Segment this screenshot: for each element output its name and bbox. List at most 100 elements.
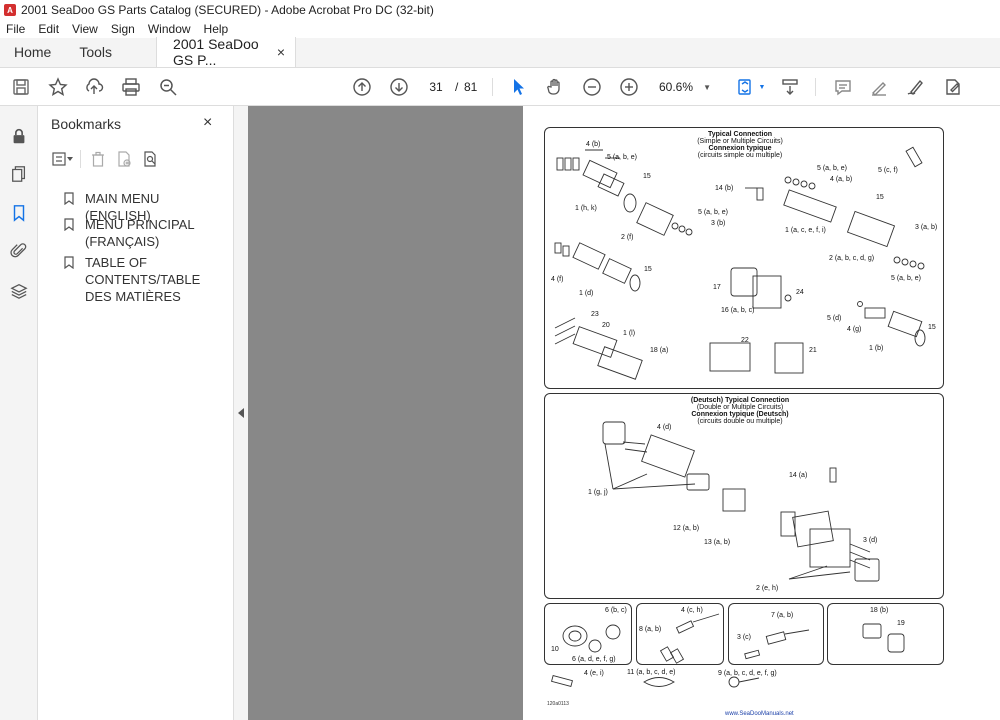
menu-bar: File Edit View Sign Window Help <box>0 20 1000 38</box>
part-label: 5 (d) <box>827 315 842 322</box>
menu-window[interactable]: Window <box>148 22 191 36</box>
main-toolbar: 31 / 81 60.6% ▼ ▼ <box>0 68 1000 106</box>
next-page-icon[interactable] <box>388 76 410 98</box>
page-number-input[interactable]: 31 <box>421 77 451 97</box>
tab-document-label: 2001 SeaDoo GS P... <box>173 36 259 68</box>
tab-bar: Home Tools 2001 SeaDoo GS P... × <box>0 36 1000 68</box>
tab-tools[interactable]: Tools <box>65 37 126 67</box>
acrobat-app-icon: A <box>4 4 16 16</box>
menu-file[interactable]: File <box>6 22 25 36</box>
new-bookmark-icon[interactable] <box>111 149 137 169</box>
part-label: 15 <box>928 324 936 331</box>
hand-tool-icon[interactable] <box>544 76 566 98</box>
panel2-illustration <box>602 421 880 582</box>
part-label: 2 (e, h) <box>756 585 779 592</box>
part-label: 6 (a, d, e, f, g) <box>572 656 616 663</box>
page-thumbnails-icon[interactable] <box>9 164 29 184</box>
part-label: 9 (a, b, c, d, e, f, g) <box>718 670 777 677</box>
bookmark-ribbon-icon <box>64 192 74 205</box>
part-label: 1 (g, j) <box>588 489 608 496</box>
menu-edit[interactable]: Edit <box>38 22 59 36</box>
lock-icon[interactable] <box>9 126 29 146</box>
part-label: 4 (g) <box>847 326 862 333</box>
part-label: 5 (a, b, e) <box>607 154 637 161</box>
zoom-level-select[interactable]: 60.6% ▼ <box>655 77 715 97</box>
part-label: 16 (a, b, c) <box>721 307 755 314</box>
part-label: 18 (a) <box>650 347 669 354</box>
star-icon[interactable] <box>47 76 69 98</box>
zoom-out-icon[interactable] <box>581 76 603 98</box>
part-label: 6 (b, c) <box>605 607 627 614</box>
attachment-icon[interactable] <box>9 241 29 261</box>
bookmarks-toolbar <box>50 148 163 170</box>
part-label: 1 (a, c, e, f, i) <box>785 227 826 234</box>
menu-help[interactable]: Help <box>204 22 229 36</box>
part-label: 1 (h, k) <box>575 205 597 212</box>
window-title: 2001 SeaDoo GS Parts Catalog (SECURED) -… <box>21 3 434 17</box>
bookmark-panel-icon[interactable] <box>9 203 29 223</box>
deutsch-connection-panel: (Deutsch) Typical Connection (Double or … <box>544 393 944 599</box>
zoom-search-icon[interactable] <box>157 76 179 98</box>
tab-document[interactable]: 2001 SeaDoo GS P... × <box>156 36 297 68</box>
bookmarks-toolbar-divider <box>80 150 81 168</box>
part-label: 3 (d) <box>863 537 878 544</box>
page-fit-icon[interactable] <box>734 76 756 98</box>
part-label: 12 (a, b) <box>673 525 700 532</box>
print-icon[interactable] <box>120 76 142 98</box>
menu-view[interactable]: View <box>72 22 98 36</box>
zoom-in-icon[interactable] <box>618 76 640 98</box>
sign-pen-icon[interactable] <box>905 76 927 98</box>
part-label: 18 (b) <box>870 607 889 614</box>
part-label: 8 (a, b) <box>639 626 662 633</box>
page-fit-dropdown-icon[interactable]: ▼ <box>757 76 767 98</box>
document-page[interactable]: Typical Connection (Simple or Multiple C… <box>523 106 1000 720</box>
part-label: 5 (a, b, e) <box>891 275 921 282</box>
part-label: 20 <box>602 322 610 329</box>
panel-collapse-handle[interactable] <box>234 106 248 720</box>
part-label: 2 (a, b, c, d, g) <box>829 255 875 262</box>
part-label: 1 (l) <box>623 330 636 337</box>
tab-home[interactable]: Home <box>0 37 65 67</box>
cloud-upload-icon[interactable] <box>83 76 105 98</box>
save-icon[interactable] <box>10 76 32 98</box>
bookmark-options-icon[interactable] <box>50 149 76 169</box>
part-label: 3 (b) <box>711 220 726 227</box>
bookmark-ribbon-icon <box>64 218 74 231</box>
more-tools-icon[interactable] <box>942 76 964 98</box>
part-label: 15 <box>643 173 651 180</box>
find-bookmark-icon[interactable] <box>137 149 163 169</box>
bookmarks-title: Bookmarks <box>51 116 122 132</box>
part-label: 5 (a, b, e) <box>698 209 728 216</box>
collapse-arrow-icon <box>238 408 244 418</box>
typical-connection-panel: Typical Connection (Simple or Multiple C… <box>544 127 944 389</box>
delete-bookmark-icon[interactable] <box>85 149 111 169</box>
bottom-panel-2: 4 (c, h) 8 (a, b) <box>636 603 724 665</box>
comment-icon[interactable] <box>832 76 854 98</box>
watermark-url: www.SeaDooManuals.net <box>725 711 794 717</box>
part-label: 15 <box>876 194 884 201</box>
part-label: 23 <box>591 311 599 318</box>
tab-close-icon[interactable]: × <box>277 44 285 60</box>
part-label: 4 (d) <box>657 424 672 431</box>
part-label: 21 <box>809 347 817 354</box>
toolbar-divider <box>492 78 493 96</box>
part-label: 5 (a, b, e) <box>817 165 847 172</box>
layers-icon[interactable] <box>9 281 29 301</box>
scroll-mode-icon[interactable] <box>779 76 801 98</box>
previous-page-icon[interactable] <box>351 76 373 98</box>
select-cursor-icon[interactable] <box>507 76 529 98</box>
menu-sign[interactable]: Sign <box>111 22 135 36</box>
part-label: 3 (a, b) <box>915 224 938 231</box>
bookmarks-close-icon[interactable]: × <box>203 114 212 132</box>
part-label: 1 (d) <box>579 290 594 297</box>
bottom-panel-3: 7 (a, b) 3 (c) <box>728 603 824 665</box>
bookmark-label: TABLE OF CONTENTS/TABLE DES MATIÈRES <box>85 255 201 304</box>
bookmarks-panel: Bookmarks × MAIN MENU (ENGLISH) MENU PRI… <box>38 106 234 720</box>
part-label: 3 (c) <box>737 634 751 641</box>
highlight-pen-icon[interactable] <box>868 76 890 98</box>
part-label: 15 <box>644 266 652 273</box>
left-rail <box>0 106 38 720</box>
bookmark-item[interactable]: TABLE OF CONTENTS/TABLE DES MATIÈRES <box>64 254 224 305</box>
part-label: 4 (b) <box>586 141 601 148</box>
bookmark-item[interactable]: MENU PRINCIPAL (FRANÇAIS) <box>64 216 224 250</box>
